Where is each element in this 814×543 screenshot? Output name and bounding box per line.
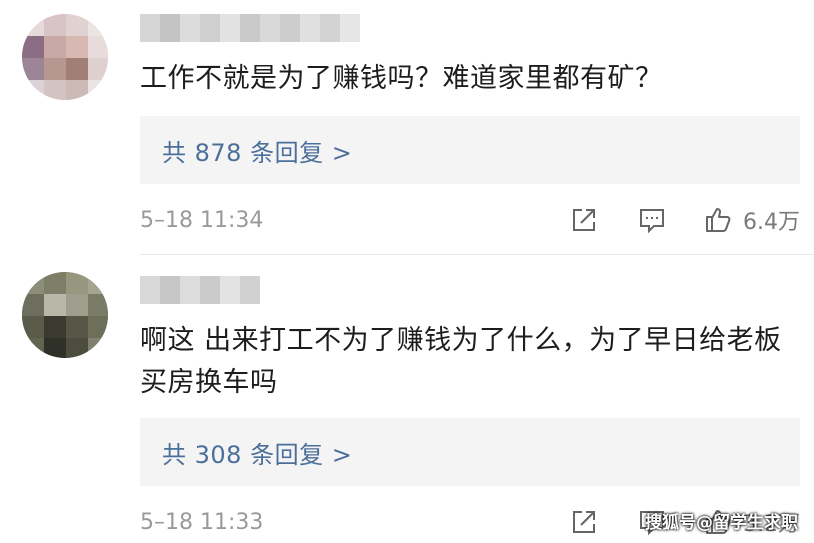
avatar[interactable] — [22, 272, 108, 358]
comment-text: 啊这 出来打工不为了赚钱为了什么，为了早日给老板买房换车吗 — [140, 325, 782, 398]
share-icon[interactable] — [569, 507, 599, 537]
timestamp: 5–18 11:34 — [140, 207, 264, 233]
like-count: 6.4万 — [743, 210, 800, 235]
reply-box[interactable]: 共 308 条回复 > — [140, 418, 800, 486]
avatar[interactable] — [22, 14, 108, 100]
username-pixelated[interactable] — [140, 276, 260, 304]
comment-item: 啊这 出来打工不为了赚钱为了什么，为了早日给老板买房换车吗 共 308 条回复 … — [0, 262, 814, 543]
comment-actions: 6.4万 — [569, 202, 800, 238]
view-replies-link[interactable]: 共 878 条回复 > — [162, 133, 352, 168]
like-button[interactable]: 6.4万 — [703, 204, 800, 236]
comment-text: 工作不就是为了赚钱吗？难道家里都有矿？ — [140, 63, 663, 94]
view-replies-link[interactable]: 共 308 条回复 > — [162, 435, 352, 470]
username-pixelated[interactable] — [140, 14, 360, 42]
comment-item: 工作不就是为了赚钱吗？难道家里都有矿？ 共 878 条回复 > 5–18 11:… — [0, 0, 814, 255]
share-icon[interactable] — [569, 205, 599, 235]
comment-meta: 5–18 11:34 6.4万 — [140, 202, 800, 238]
comment-icon[interactable] — [637, 205, 667, 235]
watermark: 搜狐号@留学生求职 — [645, 513, 798, 533]
thumbs-up-icon[interactable] — [703, 205, 733, 235]
comment-list: 工作不就是为了赚钱吗？难道家里都有矿？ 共 878 条回复 > 5–18 11:… — [0, 0, 814, 543]
timestamp: 5–18 11:33 — [140, 509, 264, 535]
reply-box[interactable]: 共 878 条回复 > — [140, 116, 800, 184]
divider — [140, 254, 814, 255]
